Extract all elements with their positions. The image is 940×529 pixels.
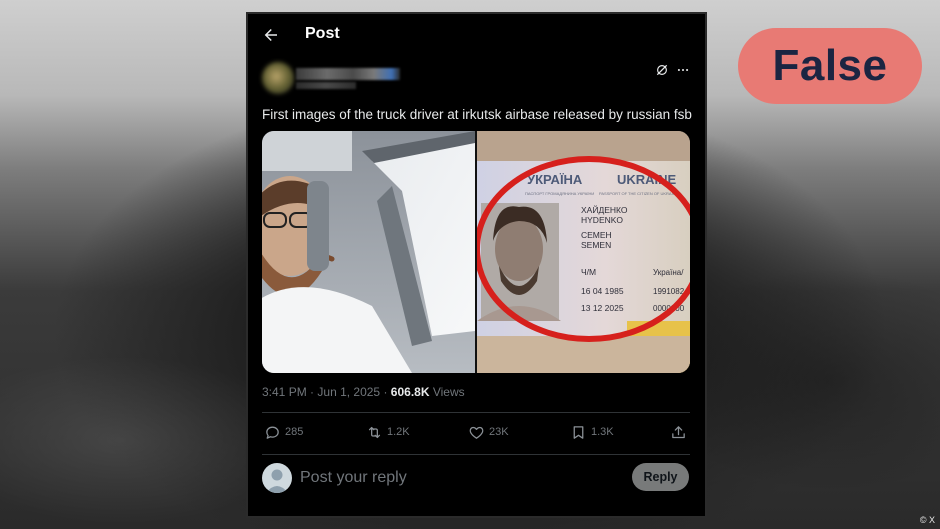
image-credit: © X [919,515,935,525]
views-label: Views [432,385,465,399]
verdict-label: False [772,41,888,90]
default-avatar-icon [266,469,288,493]
bookmark-action[interactable]: 1.3K [570,422,614,442]
heart-icon [469,426,484,439]
post-text: First images of the truck driver at irku… [262,107,692,122]
action-bar: 285 1.2K 23K 1.3K [262,422,690,444]
author-info-blurred[interactable] [262,62,412,94]
passport-country-ua: УКРАЇНА [527,172,583,187]
timestamp-separator: · [310,385,315,399]
passport-dob: 16 04 1985 [581,286,624,296]
ukrainian-passport-photo[interactable]: УКРАЇНА UKRAINE ПАСПОРТ ГРОМАДЯНИНА УКРА… [477,131,690,373]
share-action[interactable] [670,422,687,442]
reply-input[interactable]: Post your reply [300,469,407,487]
passport-surname-en: HYDENKO [581,215,623,225]
post-date: Jun 1, 2025 [317,385,381,399]
like-action[interactable]: 23K [468,422,509,442]
bookmark-icon [573,425,584,439]
reply-button[interactable]: Reply [632,463,689,491]
passport-sex: Ч/M [581,267,596,277]
arrow-left-icon[interactable] [262,26,280,44]
share-icon [672,425,685,438]
avatar[interactable] [262,62,294,94]
grok-icon[interactable] [655,63,669,77]
post-timestamp[interactable]: 3:41 PM · Jun 1, 2025 · 606.8K Views [262,385,465,399]
comment-icon [266,426,279,439]
passport-given-en: SEMEN [581,240,611,250]
false-verdict-badge: False [738,28,922,104]
divider [262,454,690,455]
passport-surname-ua: ХАЙДЕНКО [581,204,628,215]
post-header: Post [248,14,705,58]
post-time: 3:41 PM [262,385,307,399]
repost-icon [368,426,381,438]
views-count: 606.8K [390,385,430,399]
reply-action[interactable]: 285 [264,422,303,442]
divider [262,412,690,413]
reply-count: 285 [285,426,304,438]
more-options-icon[interactable] [676,63,690,77]
post-card: Post First images of the truck driver at… [246,12,707,518]
timestamp-separator: · [383,385,388,399]
post-media[interactable]: УКРАЇНА UKRAINE ПАСПОРТ ГРОМАДЯНИНА УКРА… [262,131,690,373]
repost-count: 1.2K [387,426,410,438]
man-in-car-photo[interactable] [262,131,475,373]
passport-nationality: Україна/ [653,268,684,277]
like-count: 23K [489,426,509,438]
user-avatar[interactable] [262,463,292,493]
page-title: Post [305,25,340,42]
passport-doc-label-en: PASSPORT OF THE CITIZEN OF UKRAINE [599,191,679,196]
passport-doc-label: ПАСПОРТ ГРОМАДЯНИНА УКРАЇНИ [525,191,594,196]
passport-given-ua: СЕМЕН [581,230,612,240]
bookmark-count: 1.3K [591,426,614,438]
passport-expiry: 13 12 2025 [581,303,624,313]
author-handle-blurred [296,82,356,89]
author-name-blurred [296,68,400,80]
repost-action[interactable]: 1.2K [366,422,410,442]
